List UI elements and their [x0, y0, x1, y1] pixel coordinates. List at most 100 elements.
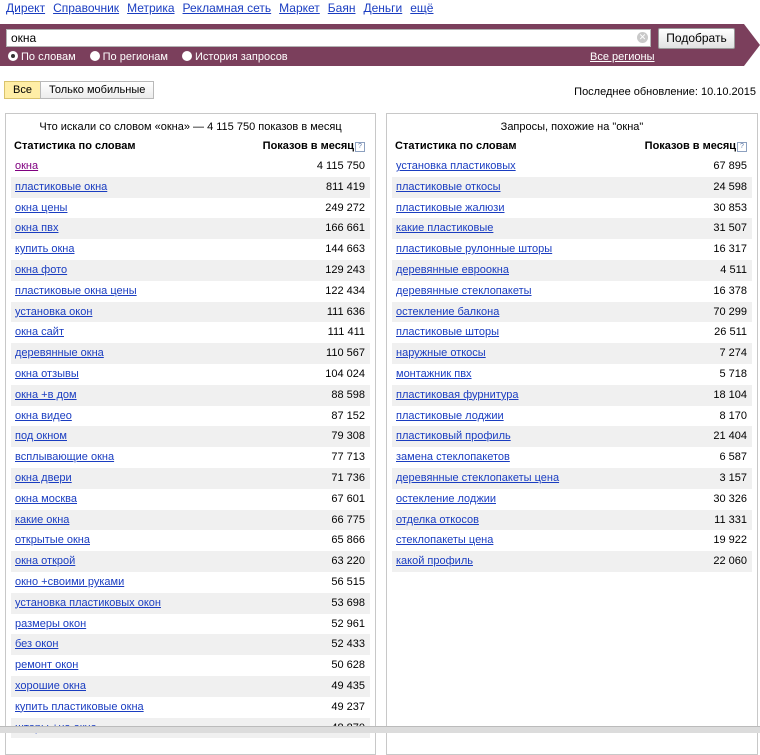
keyword-link[interactable]: наружные откосы	[396, 343, 486, 364]
close-icon[interactable]: ✕	[637, 32, 648, 43]
impressions-count: 50 628	[331, 659, 365, 672]
radio-by-regions[interactable]: По регионам	[89, 51, 168, 63]
impressions-count: 16 317	[713, 243, 747, 256]
column-header: Статистика по словам Показов в месяц?	[392, 138, 752, 154]
keyword-link[interactable]: деревянные евроокна	[396, 260, 509, 281]
table-row: пластиковые окна цены 122 434	[11, 281, 370, 302]
keyword-link[interactable]: окна открой	[15, 551, 75, 572]
help-icon[interactable]: ?	[737, 142, 747, 152]
keyword-link[interactable]: пластиковый профиль	[396, 426, 511, 447]
column-words: Статистика по словам	[14, 140, 136, 152]
keyword-link[interactable]: окна москва	[15, 489, 77, 510]
keyword-link[interactable]: установка пластиковых	[396, 156, 516, 177]
service-link-direct[interactable]: Директ	[6, 1, 45, 15]
keyword-link[interactable]: установка окон	[15, 302, 92, 323]
table-row: установка пластиковых окон 53 698	[11, 592, 370, 614]
table-row: остекление балкона 70 299	[392, 301, 752, 323]
impressions-count: 70 299	[713, 305, 747, 318]
keyword-link[interactable]: пластиковые рулонные шторы	[396, 239, 552, 260]
keyword-link[interactable]: окна сайт	[15, 322, 64, 343]
impressions-count: 77 713	[331, 451, 365, 464]
radio-unselected-icon	[182, 51, 192, 61]
keyword-link[interactable]: пластиковая фурнитура	[396, 385, 519, 406]
impressions-count: 30 853	[713, 201, 747, 214]
tab-mobile-only[interactable]: Только мобильные	[39, 81, 155, 99]
all-regions-link[interactable]: Все регионы	[590, 51, 655, 63]
search-input[interactable]	[6, 29, 651, 47]
keyword-link[interactable]: окна +в дом	[15, 385, 77, 406]
service-link-money[interactable]: Деньги	[363, 1, 402, 15]
table-row: купить окна 144 663	[11, 239, 370, 260]
table-row: какие окна 66 775	[11, 509, 370, 531]
similar-queries-panel: Запросы, похожие на "окна" Статистика по…	[386, 113, 758, 755]
radio-label: История запросов	[195, 51, 288, 63]
table-row: монтажник пвх 5 718	[392, 364, 752, 385]
help-icon[interactable]: ?	[355, 142, 365, 152]
keyword-link[interactable]: остекление лоджии	[396, 489, 496, 510]
search-band-arrow	[744, 24, 760, 66]
keyword-link[interactable]: отделка откосов	[396, 510, 479, 531]
impressions-count: 4 115 750	[316, 160, 365, 172]
keyword-link[interactable]: окна отзывы	[15, 364, 79, 385]
impressions-count: 5 718	[719, 367, 747, 380]
keyword-link[interactable]: монтажник пвх	[396, 364, 472, 385]
radio-history[interactable]: История запросов	[182, 51, 288, 63]
column-count-label: Показов в месяц	[262, 140, 354, 152]
service-link-directory[interactable]: Справочник	[53, 1, 119, 15]
radio-by-words[interactable]: По словам	[8, 51, 76, 63]
submit-button[interactable]: Подобрать	[658, 28, 735, 49]
service-link-ad-network[interactable]: Рекламная сеть	[183, 1, 272, 15]
keyword-link[interactable]: пластиковые жалюзи	[396, 198, 505, 219]
keyword-link[interactable]: какие пластиковые	[396, 218, 493, 239]
keyword-link[interactable]: окна двери	[15, 468, 72, 489]
tab-all[interactable]: Все	[4, 81, 41, 99]
column-count: Показов в месяц?	[263, 138, 365, 154]
keyword-link[interactable]: окна	[15, 156, 38, 177]
impressions-count: 249 272	[325, 201, 365, 214]
keyword-link[interactable]: размеры окон	[15, 614, 86, 635]
service-link-metrika[interactable]: Метрика	[127, 1, 174, 15]
keyword-link[interactable]: пластиковые окна	[15, 177, 107, 198]
keyword-link[interactable]: купить пластиковые окна	[15, 697, 144, 718]
table-row: размеры окон 52 961	[11, 614, 370, 635]
keyword-link[interactable]: окна видео	[15, 406, 72, 427]
service-link-more[interactable]: ещё	[410, 1, 433, 15]
keyword-link[interactable]: окна пвх	[15, 218, 58, 239]
keyword-link[interactable]: пластиковые шторы	[396, 322, 499, 343]
table-row: окна сайт 111 411	[11, 322, 370, 343]
keyword-link[interactable]: деревянные стеклопакеты	[396, 281, 532, 302]
keyword-link[interactable]: пластиковые окна цены	[15, 281, 137, 302]
table-row: окна москва 67 601	[11, 489, 370, 510]
keyword-link[interactable]: ремонт окон	[15, 655, 78, 676]
keyword-link[interactable]: пластиковые откосы	[396, 177, 501, 198]
impressions-count: 22 060	[713, 555, 747, 568]
impressions-count: 19 922	[713, 534, 747, 547]
keyword-link[interactable]: открытые окна	[15, 530, 90, 551]
keyword-link[interactable]: установка пластиковых окон	[15, 593, 161, 614]
keyword-link[interactable]: остекление балкона	[396, 302, 499, 323]
keyword-link[interactable]: окно +своими руками	[15, 572, 124, 593]
table-row: окна двери 71 736	[11, 467, 370, 489]
keyword-link[interactable]: стеклопакеты цена	[396, 530, 493, 551]
service-link-bayan[interactable]: Баян	[328, 1, 356, 15]
keyword-link[interactable]: какие окна	[15, 510, 69, 531]
impressions-count: 7 274	[719, 347, 747, 360]
impressions-count: 11 331	[714, 513, 747, 526]
keyword-link[interactable]: пластиковые лоджии	[396, 406, 504, 427]
keyword-link[interactable]: деревянные стеклопакеты цена	[396, 468, 559, 489]
keyword-link[interactable]: под окном	[15, 426, 67, 447]
radio-label: По словам	[21, 51, 76, 63]
keyword-link[interactable]: какой профиль	[396, 551, 473, 572]
table-row: под окном 79 308	[11, 426, 370, 448]
impressions-count: 49 435	[331, 679, 365, 692]
keyword-link[interactable]: окна фото	[15, 260, 67, 281]
keyword-link[interactable]: всплывающие окна	[15, 447, 114, 468]
keyword-link[interactable]: купить окна	[15, 239, 75, 260]
keyword-link[interactable]: замена стеклопакетов	[396, 447, 510, 468]
keyword-link[interactable]: без окон	[15, 634, 58, 655]
service-link-market[interactable]: Маркет	[279, 1, 320, 15]
keyword-link[interactable]: деревянные окна	[15, 343, 104, 364]
impressions-count: 21 404	[713, 430, 747, 443]
keyword-link[interactable]: хорошие окна	[15, 676, 86, 697]
keyword-link[interactable]: окна цены	[15, 198, 67, 219]
